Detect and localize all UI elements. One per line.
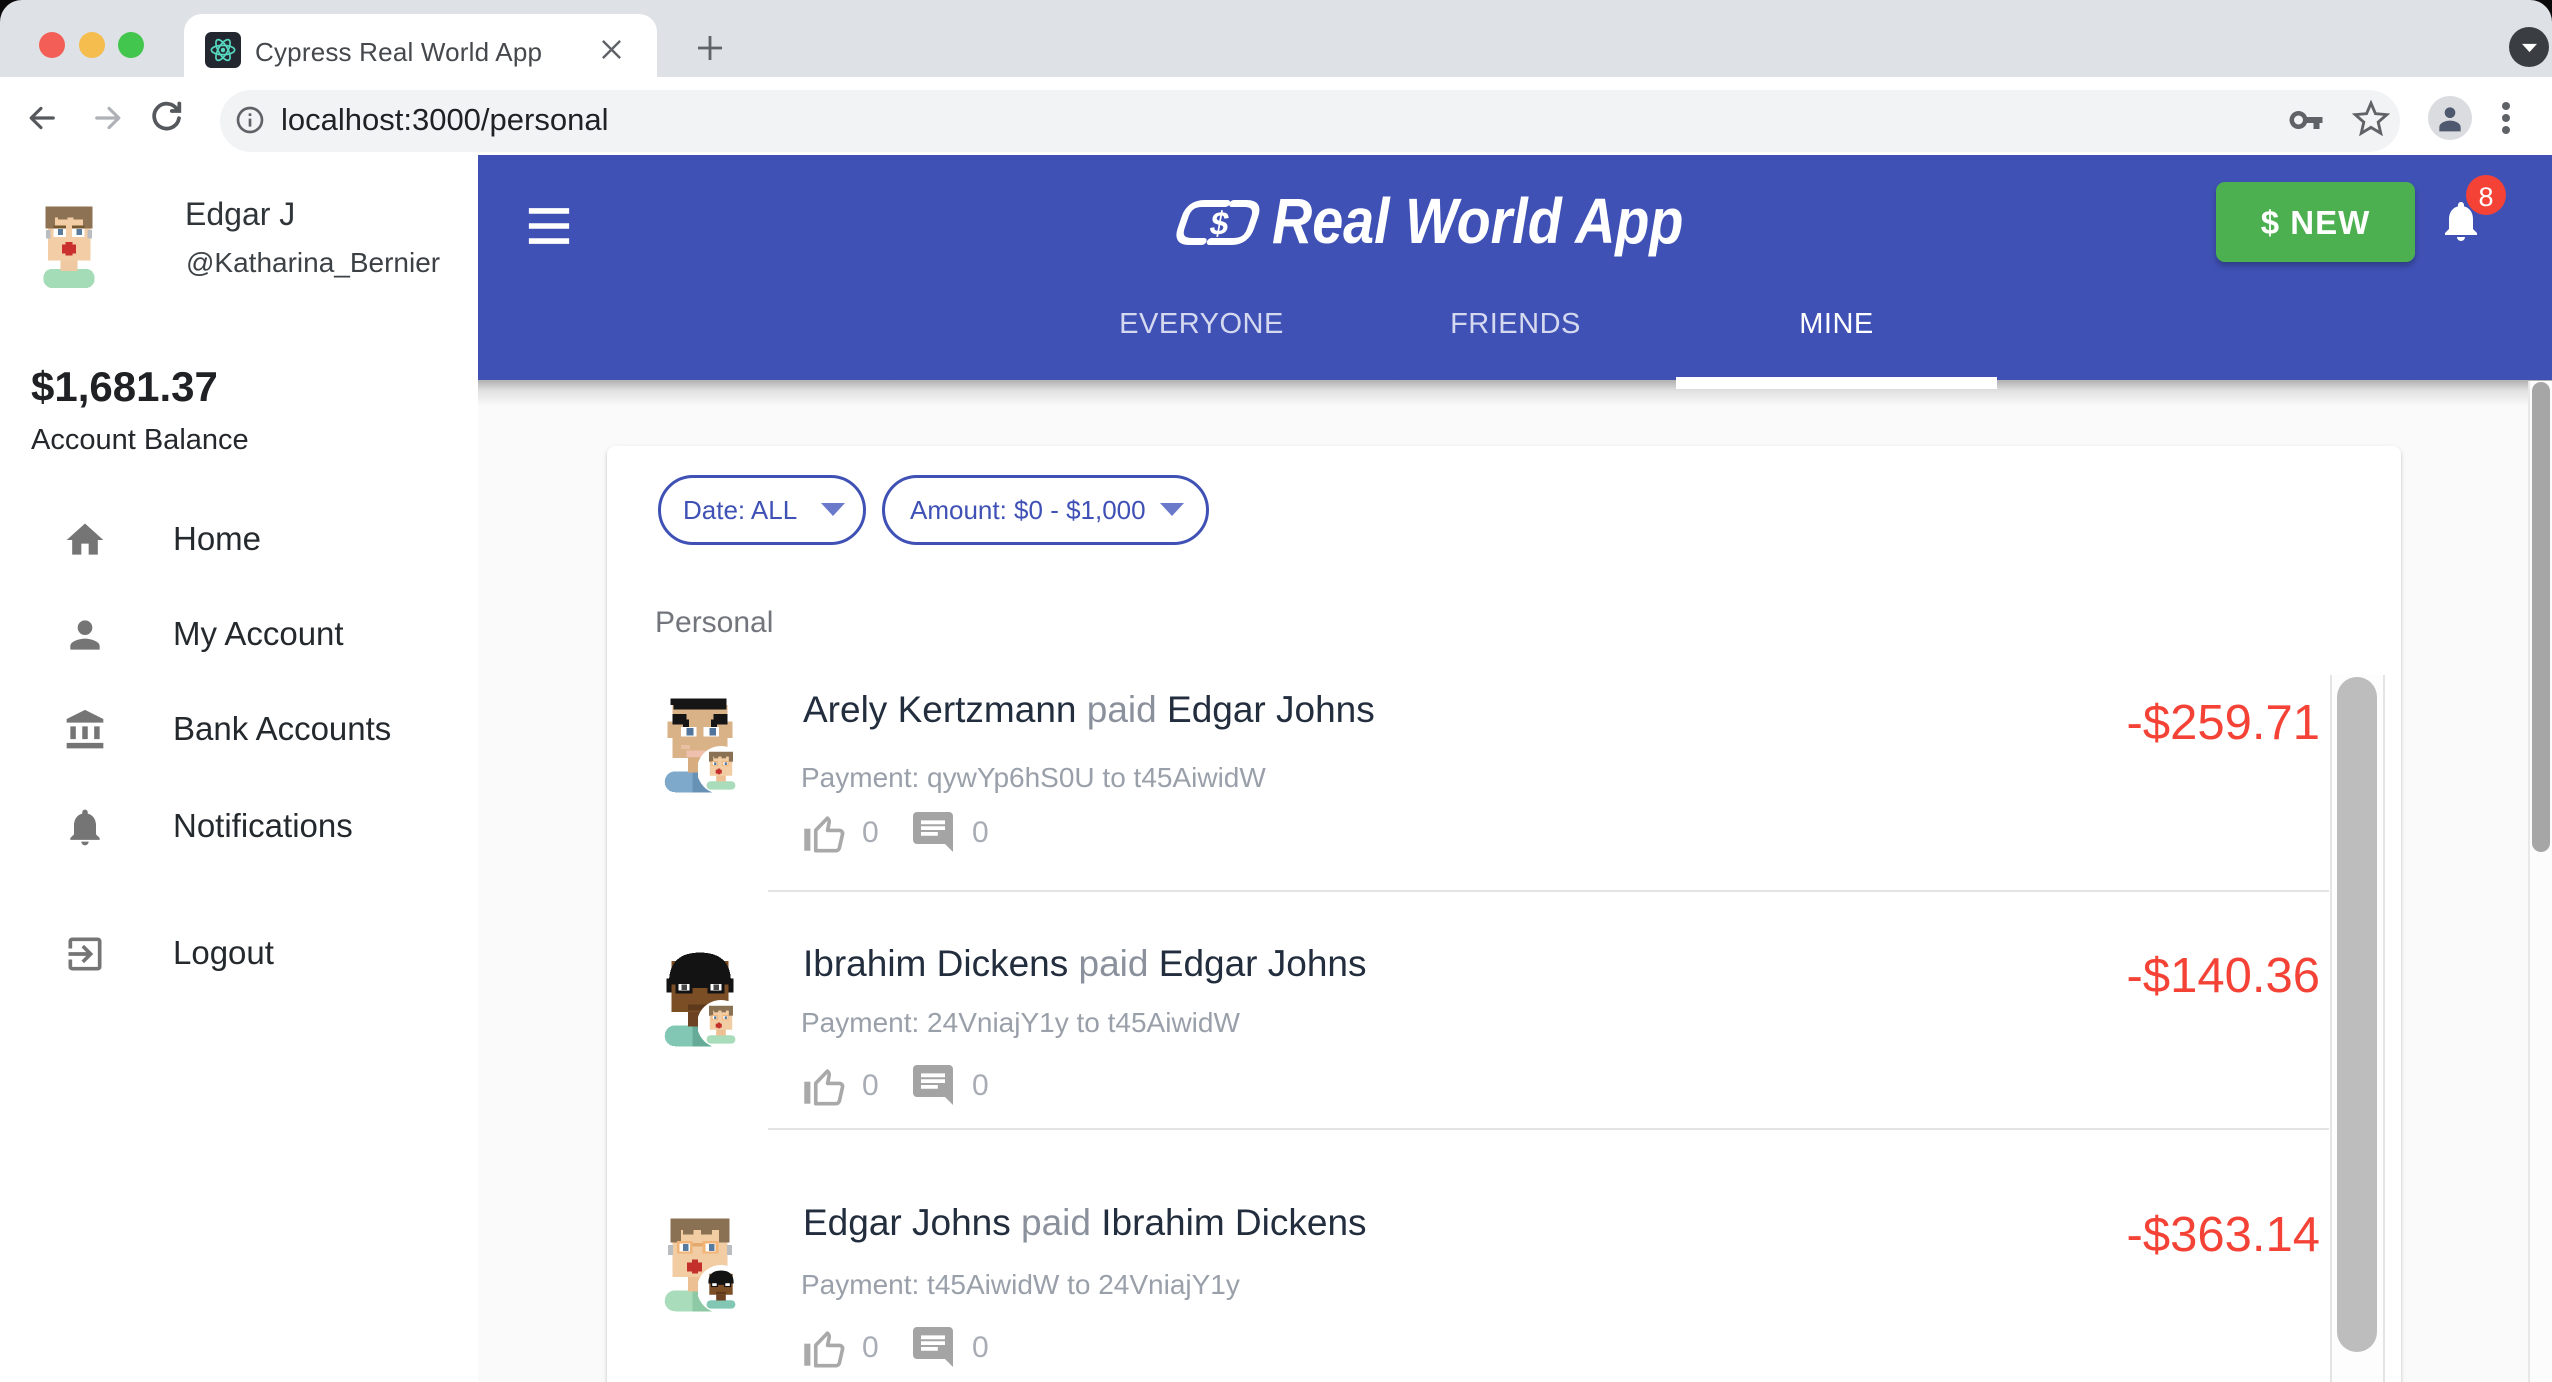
svg-text:$: $ xyxy=(1207,205,1232,242)
